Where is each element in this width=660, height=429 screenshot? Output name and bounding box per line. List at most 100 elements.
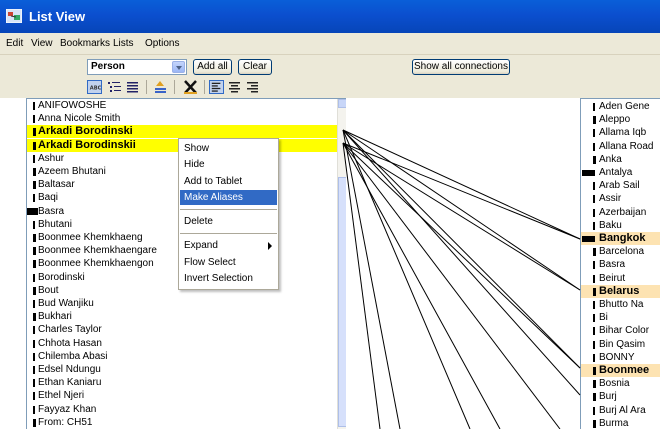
list-item-label: Boonmee	[599, 364, 650, 376]
entity-type-select[interactable]: Person	[87, 59, 187, 75]
list-item[interactable]: Bukhari	[27, 310, 338, 323]
menu-item-flow-select[interactable]: Flow Select	[180, 255, 277, 270]
list-item[interactable]: Antalya	[581, 166, 660, 179]
weight-marker-icon	[593, 195, 595, 204]
menu-item-delete[interactable]: Delete	[180, 214, 277, 229]
list-item[interactable]: Anka	[581, 153, 660, 166]
remove-x-icon[interactable]	[183, 80, 198, 94]
list-item[interactable]: Bihar Color	[581, 324, 660, 337]
list-item-label: Bud Wanjiku	[38, 298, 94, 309]
list-item[interactable]: Bi	[581, 311, 660, 324]
list-item-label: Bhutani	[38, 218, 72, 230]
list-item-label: Baku	[599, 219, 622, 231]
weight-marker-icon	[33, 326, 35, 335]
list-item-label: Chhota Hasan	[38, 337, 102, 349]
list-item[interactable]: Aden Gene	[581, 100, 660, 113]
weight-marker-icon	[33, 154, 35, 163]
weight-marker-icon	[593, 406, 595, 415]
toolbar-separator	[204, 80, 205, 94]
list-item[interactable]: Barcelona	[581, 245, 660, 258]
list-item-label: Antalya	[599, 167, 633, 178]
list-item[interactable]: Allana Road	[581, 140, 660, 153]
app-icon	[6, 9, 22, 23]
menu-item-invert-selection[interactable]: Invert Selection	[180, 271, 277, 286]
weight-marker-icon	[593, 274, 595, 283]
entity-list-right[interactable]: Aden Gene Aleppo Allama Iqb Allana Road Anka…	[580, 98, 660, 429]
list-item[interactable]: Arab Sail	[581, 179, 660, 192]
list-item[interactable]: Baku	[581, 219, 660, 232]
menu-lists[interactable]: Lists	[113, 38, 134, 49]
list-item[interactable]: Beirut	[581, 272, 660, 285]
list-item-label: Burj Al Ara	[599, 404, 646, 416]
list-item[interactable]: Bosnia	[581, 377, 660, 390]
clear-button[interactable]: Clear	[238, 59, 272, 75]
list-item[interactable]: Boonmee	[581, 364, 660, 377]
list-item-label: Azeem Bhutani	[38, 166, 106, 177]
menu-view[interactable]: View	[31, 38, 53, 49]
list-item[interactable]: BONNY	[581, 351, 660, 364]
list-item[interactable]: Bud Wanjiku	[27, 297, 338, 310]
align-left-icon[interactable]	[209, 80, 224, 94]
chevron-down-icon[interactable]	[172, 61, 185, 73]
list-item[interactable]: Edsel Ndungu	[27, 363, 338, 376]
list-item[interactable]: Bhutto Na	[581, 298, 660, 311]
weight-marker-icon	[33, 115, 35, 124]
list-item[interactable]: Aleppo	[581, 113, 660, 126]
align-right-icon[interactable]	[245, 80, 260, 94]
svg-text:ABC: ABC	[90, 86, 102, 92]
scroll-up-button[interactable]	[338, 99, 346, 108]
list-item[interactable]: Charles Taylor	[27, 323, 338, 336]
menu-item-expand[interactable]: Expand	[180, 238, 277, 253]
weight-marker-icon	[33, 141, 36, 150]
abc-text-icon[interactable]: ABC	[87, 80, 102, 94]
list-item[interactable]: From: CH51	[27, 416, 338, 429]
list-item[interactable]: Burj	[581, 390, 660, 403]
scroll-thumb[interactable]	[338, 177, 346, 427]
weight-marker-icon	[33, 339, 35, 348]
menu-item-show[interactable]: Show	[180, 141, 277, 156]
list-item[interactable]: Chhota Hasan	[27, 337, 338, 350]
weight-marker-icon	[33, 379, 35, 388]
list-item[interactable]: ANIFOWOSHE	[27, 99, 338, 112]
list-icon[interactable]	[125, 80, 140, 94]
list-item[interactable]: Fayyaz Khan	[27, 403, 338, 416]
list-item[interactable]: Arkadi Borodinski	[27, 125, 338, 139]
list-item[interactable]: Belarus	[581, 284, 660, 298]
list-item[interactable]: Azerbaijan	[581, 206, 660, 219]
list-item-label: Charles Taylor	[38, 324, 102, 336]
weight-marker-icon	[593, 367, 596, 375]
menu-item-add-to-tablet[interactable]: Add to Tablet	[180, 174, 277, 189]
list-item[interactable]: Ethel Njeri	[27, 389, 338, 402]
list-item-label: Bi	[599, 312, 608, 324]
menu-edit[interactable]: Edit	[6, 38, 23, 49]
weight-marker-icon	[33, 220, 35, 229]
list-item[interactable]: Burma	[581, 417, 660, 429]
list-item[interactable]: Burj Al Ara	[581, 404, 660, 417]
weight-marker-icon	[33, 418, 36, 427]
list-item[interactable]: Chilemba Abasi	[27, 350, 338, 363]
list-item[interactable]: Bin Qasim	[581, 338, 660, 351]
list-item[interactable]: Basra	[581, 258, 660, 271]
list-item-label: Boonmee Khemkhaengare	[38, 245, 157, 257]
vertical-scrollbar[interactable]	[337, 99, 346, 429]
menu-bookmarks[interactable]: Bookmarks	[60, 38, 110, 49]
menu-item-hide[interactable]: Hide	[180, 157, 277, 172]
sort-icon[interactable]	[153, 80, 168, 94]
tree-list-icon[interactable]	[107, 80, 122, 94]
list-item[interactable]: Allama Iqb	[581, 126, 660, 139]
show-all-connections-button[interactable]: Show all connections	[412, 59, 510, 75]
add-all-button[interactable]: Add all	[193, 59, 232, 75]
list-item-label: Bin Qasim	[599, 338, 646, 350]
list-item-label: Bangkok	[599, 232, 646, 244]
align-center-icon[interactable]	[227, 80, 242, 94]
weight-marker-icon	[593, 182, 595, 191]
list-item-label: From: CH51	[38, 416, 93, 428]
list-item-label: Bukhari	[38, 311, 72, 323]
list-item[interactable]: Bangkok	[581, 232, 660, 245]
menu-options[interactable]: Options	[145, 38, 179, 49]
list-item[interactable]: Anna Nicole Smith	[27, 112, 338, 125]
menu-item-make-aliases[interactable]: Make Aliases	[180, 190, 277, 205]
weight-marker-icon	[593, 221, 595, 230]
list-item[interactable]: Assir	[581, 192, 660, 205]
list-item[interactable]: Ethan Kaniaru	[27, 376, 338, 389]
